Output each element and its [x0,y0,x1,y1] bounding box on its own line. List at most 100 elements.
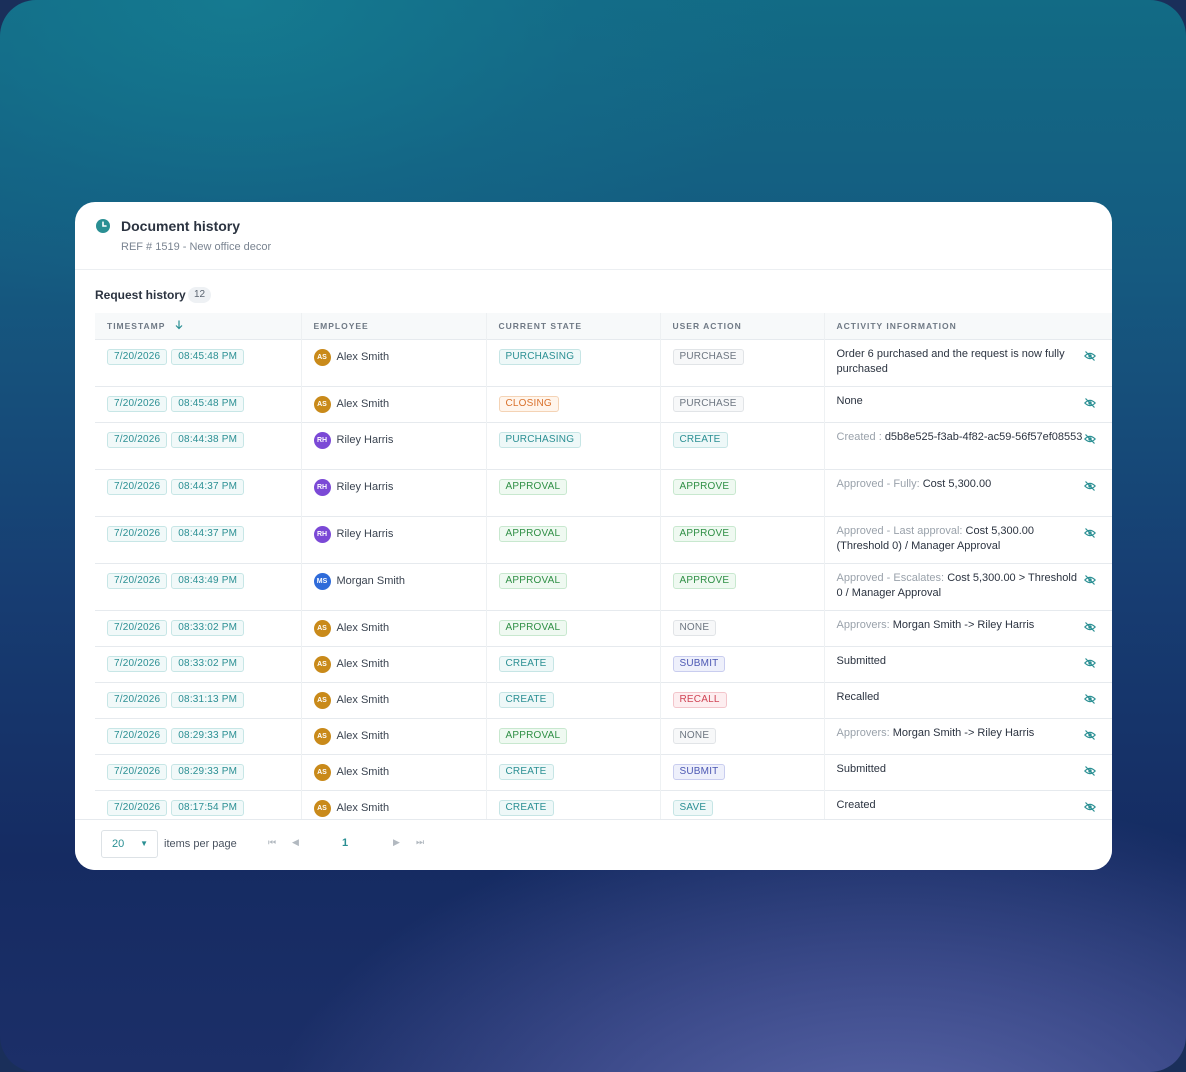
sort-down-icon[interactable] [175,320,183,330]
eye-off-icon[interactable] [1084,433,1096,445]
cell-current-state: CREATE [486,681,661,718]
activity-text: None [836,394,863,407]
clock-icon [96,219,110,233]
activity-text: Morgan Smith -> Riley Harris [892,726,1035,739]
cell-user-action: SUBMIT [660,753,825,790]
action-badge: RECALL [672,691,727,708]
cell-timestamp: 7/20/2026 08:44:37 PM [95,468,302,516]
background: Document history REF # 1519 - New office… [0,0,1186,1072]
last-page-icon[interactable]: ⏭ [416,837,424,848]
action-badge: APPROVE [672,525,737,542]
table-row: 7/20/2026 08:44:38 PM RH Riley Harris PURCHA… [95,421,1112,469]
employee-name: Alex Smith [336,658,390,670]
avatar: AS [313,763,331,781]
prev-page-icon[interactable]: ◀ [292,837,299,848]
table-row: 7/20/2026 08:29:33 PM AS Alex Smith CREATE SU… [95,753,1112,790]
cell-user-action: PURCHASE [660,338,825,386]
column-header-user-action[interactable]: USER ACTION [660,313,825,339]
employee-name: Morgan Smith [336,575,405,587]
action-badge: CREATE [672,431,728,448]
eye-off-icon[interactable] [1084,480,1096,492]
cell-current-state: PURCHASING [486,421,661,469]
cell-user-action: APPROVE [660,468,825,516]
cell-employee: AS Alex Smith [301,609,487,646]
next-page-icon[interactable]: ▶ [393,837,400,848]
eye-off-icon[interactable] [1084,527,1096,539]
activity-label: Approvers: [836,726,890,739]
cell-current-state: APPROVAL [486,562,661,610]
cell-current-state: APPROVAL [486,468,661,516]
cell-timestamp: 7/20/2026 08:33:02 PM [95,609,302,646]
cell-current-state: APPROVAL [486,609,661,646]
first-page-icon[interactable]: ⏮ [268,837,276,848]
time-chip: 08:45:48 PM [171,395,245,412]
panel-header: Document history REF # 1519 - New office… [75,202,1112,270]
cell-activity: Recalled [824,681,1112,718]
table-header-row: TIMESTAMP EMPLOYEE CURRENT STATE USER AC… [95,313,1112,339]
table-row: 7/20/2026 08:45:48 PM AS Alex Smith CLOSING P… [95,385,1112,422]
table-row: 7/20/2026 08:44:37 PM RH Riley Harris APPROV… [95,515,1112,563]
count-badge: 12 [188,287,212,303]
eye-off-icon[interactable] [1084,657,1096,669]
time-chip: 08:45:48 PM [171,348,245,365]
activity-text: d5b8e525-f3ab-4f82-ac59-56f57ef08553 [884,430,1083,443]
cell-user-action: SUBMIT [660,645,825,682]
avatar: AS [313,799,331,817]
table-row: 7/20/2026 08:29:33 PM AS Alex Smith APPROVAL… [95,717,1112,754]
state-badge: CLOSING [498,395,559,412]
column-header-timestamp[interactable]: TIMESTAMP [95,313,302,339]
state-badge: PURCHASING [498,348,582,365]
date-chip: 7/20/2026 [107,655,168,672]
time-chip: 08:33:02 PM [171,655,245,672]
activity-label: Approvers: [836,618,890,631]
eye-off-icon[interactable] [1084,397,1096,409]
state-badge: CREATE [498,655,554,672]
cell-user-action: RECALL [660,681,825,718]
cell-employee: MS Morgan Smith [301,562,487,610]
column-header-current-state[interactable]: CURRENT STATE [486,313,661,339]
column-header-label: TIMESTAMP [107,321,166,332]
cell-activity: Approved - Escalates: Cost 5,300.00 > Th… [824,562,1112,610]
cell-timestamp: 7/20/2026 08:45:48 PM [95,385,302,422]
employee-name: Riley Harris [336,481,394,493]
eye-off-icon[interactable] [1084,729,1096,741]
cell-activity: Order 6 purchased and the request is now… [824,338,1112,386]
state-badge: APPROVAL [498,727,568,744]
time-chip: 08:31:13 PM [171,691,245,708]
pagination-bar: 20 ▼ items per page ⏮ ◀ 1 ▶ ⏭ [75,819,1112,870]
page-subtitle: REF # 1519 - New office decor [121,241,272,253]
state-badge: APPROVAL [498,478,568,495]
eye-off-icon[interactable] [1084,574,1096,586]
eye-off-icon[interactable] [1084,765,1096,777]
employee-name: Alex Smith [336,351,390,363]
items-per-page-select[interactable]: 20 ▼ [101,830,158,858]
date-chip: 7/20/2026 [107,478,168,495]
eye-off-icon[interactable] [1084,693,1096,705]
cell-timestamp: 7/20/2026 08:44:38 PM [95,421,302,469]
cell-user-action: NONE [660,609,825,646]
activity-text: Recalled [836,690,880,703]
employee-name: Alex Smith [336,622,390,634]
avatar: AS [313,395,331,413]
time-chip: 08:44:38 PM [171,431,245,448]
eye-off-icon[interactable] [1084,621,1096,633]
document-history-panel: Document history REF # 1519 - New office… [75,202,1112,870]
activity-text: Submitted [836,654,887,667]
cell-activity: Approved - Last approval: Cost 5,300.00 … [824,515,1112,563]
history-table: TIMESTAMP EMPLOYEE CURRENT STATE USER AC… [95,313,1112,826]
table-row: 7/20/2026 08:43:49 PM MS Morgan Smith APPROV… [95,562,1112,610]
column-header-activity[interactable]: ACTIVITY INFORMATION [824,313,1112,339]
cell-employee: AS Alex Smith [301,717,487,754]
avatar: AS [313,655,331,673]
state-badge: APPROVAL [498,619,568,636]
cell-current-state: CREATE [486,753,661,790]
cell-current-state: CREATE [486,645,661,682]
table-row: 7/20/2026 08:44:37 PM RH Riley Harris APPROV… [95,468,1112,516]
column-header-employee[interactable]: EMPLOYEE [301,313,487,339]
current-page-number[interactable]: 1 [342,837,348,849]
cell-timestamp: 7/20/2026 08:31:13 PM [95,681,302,718]
date-chip: 7/20/2026 [107,619,168,636]
eye-off-icon[interactable] [1084,801,1096,813]
state-badge: CREATE [498,799,554,816]
eye-off-icon[interactable] [1084,350,1096,362]
